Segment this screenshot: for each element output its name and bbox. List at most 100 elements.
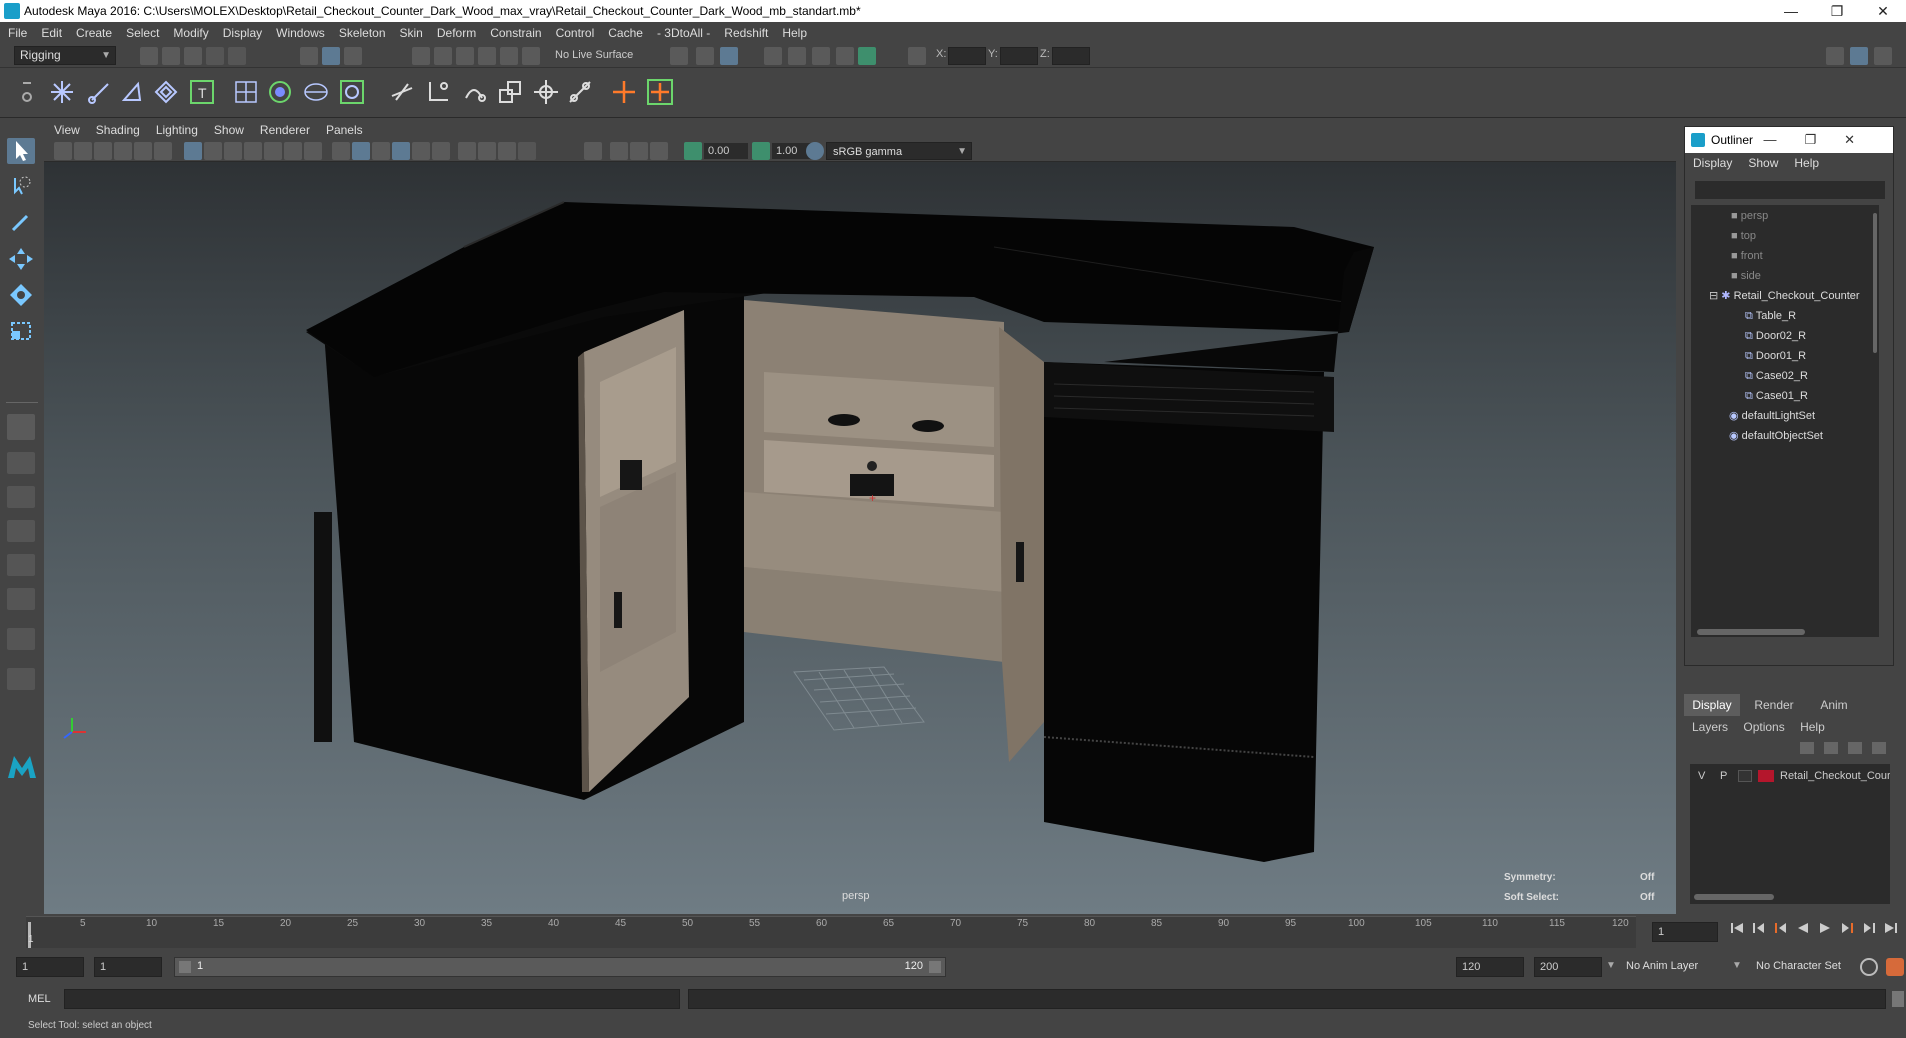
vp-menu-panels[interactable]: Panels (326, 123, 363, 137)
play-backwards-icon[interactable] (1796, 921, 1810, 935)
snap-surface-icon[interactable] (500, 47, 518, 65)
layout-two-side-icon[interactable] (7, 520, 35, 542)
layer-list[interactable]: V P Retail_Checkout_Cour (1690, 764, 1890, 904)
outliner-item-case02-r[interactable]: ⧉ Case02_R (1745, 367, 1808, 385)
save-scene-icon[interactable] (184, 47, 202, 65)
orient-constraint-icon[interactable] (460, 78, 488, 106)
vp-menu-renderer[interactable]: Renderer (260, 123, 310, 137)
set-driven-key-icon[interactable] (646, 78, 674, 106)
anim-layer-dropdown[interactable]: No Anim Layer (1626, 960, 1698, 972)
ik-spline-icon[interactable] (118, 78, 146, 106)
tab-render[interactable]: Render (1744, 694, 1804, 716)
transform-constraint-icon[interactable] (908, 47, 926, 65)
layer-type-toggle[interactable] (1738, 770, 1752, 782)
input-ops-icon[interactable] (670, 47, 688, 65)
outliner-item-table-r[interactable]: ⧉ Table_R (1745, 307, 1796, 325)
command-input[interactable] (64, 989, 680, 1009)
screen-space-ao-icon[interactable] (458, 142, 476, 160)
command-language-label[interactable]: MEL (28, 993, 51, 1005)
make-live-icon[interactable] (522, 47, 540, 65)
time-slider[interactable]: 1 5 10 15 20 25 30 35 40 45 50 55 60 65 … (22, 914, 1642, 950)
outliner-item-persp[interactable]: ■ persp (1731, 207, 1768, 225)
layout-single-icon[interactable] (7, 452, 35, 474)
layer-name[interactable]: Retail_Checkout_Cour (1780, 766, 1890, 786)
menu-cache[interactable]: Cache (608, 26, 643, 40)
textured-icon[interactable] (392, 142, 410, 160)
scene-render[interactable]: + (44, 162, 1676, 914)
chevron-down-icon[interactable]: ▼ (1732, 960, 1742, 971)
blend-shape-icon[interactable] (302, 78, 330, 106)
range-end-handle[interactable] (929, 961, 941, 973)
menu-deform[interactable]: Deform (437, 26, 476, 40)
cluster-icon[interactable]: T (188, 78, 216, 106)
menu-skeleton[interactable]: Skeleton (339, 26, 386, 40)
construction-history-icon[interactable] (720, 47, 738, 65)
outliner-window-controls[interactable]: —❐✕ (1763, 132, 1883, 148)
current-frame-field[interactable]: 1 (1652, 922, 1718, 942)
xray-components-icon[interactable] (650, 142, 668, 160)
vp-menu-view[interactable]: View (54, 123, 80, 137)
character-set-dropdown[interactable]: No Character Set (1756, 960, 1841, 972)
layer-menu-options[interactable]: Options (1743, 720, 1784, 734)
render-settings-icon[interactable] (836, 47, 854, 65)
gate-mask-icon[interactable] (244, 142, 262, 160)
minimize-button[interactable]: — (1768, 0, 1814, 22)
outliner-menu-display[interactable]: Display (1693, 156, 1732, 170)
modeling-toolkit-icon[interactable] (1826, 47, 1844, 65)
menu-create[interactable]: Create (76, 26, 112, 40)
layer-menu-help[interactable]: Help (1800, 720, 1825, 734)
snap-view-plane-icon[interactable] (478, 47, 496, 65)
aim-constraint-icon[interactable] (532, 78, 560, 106)
step-back-key-icon[interactable] (1774, 921, 1788, 935)
sculpt-deformer-icon[interactable] (338, 78, 366, 106)
layer-color-swatch[interactable] (1758, 770, 1774, 782)
outliner-menu-show[interactable]: Show (1748, 156, 1778, 170)
layer-h-scrollbar[interactable] (1694, 894, 1774, 900)
playback-start-field[interactable]: 1 (94, 957, 162, 977)
color-space-dropdown[interactable]: sRGB gamma ▼ (826, 142, 972, 160)
play-forwards-icon[interactable] (1818, 921, 1832, 935)
wireframe-on-shaded-icon[interactable] (372, 142, 390, 160)
scale-tool-icon[interactable] (7, 318, 35, 344)
rotate-tool-icon[interactable] (7, 282, 35, 308)
outliner-item-door02-r[interactable]: ⧉ Door02_R (1745, 327, 1806, 345)
layout-two-stacked-icon[interactable] (7, 554, 35, 576)
ik-handle-icon[interactable] (86, 78, 114, 106)
render-view-icon[interactable] (764, 47, 782, 65)
hypershade-icon[interactable] (858, 47, 876, 65)
image-plane-icon[interactable] (114, 142, 132, 160)
move-layer-up-icon[interactable] (1800, 742, 1814, 754)
playback-end-field[interactable]: 120 (1456, 957, 1524, 977)
select-hierarchy-icon[interactable] (300, 47, 318, 65)
outliner-item-retail-checkout-counter[interactable]: ⊟ ✱ Retail_Checkout_Counter (1709, 287, 1860, 305)
x-field[interactable] (948, 47, 986, 65)
snap-curve-icon[interactable] (434, 47, 452, 65)
field-chart-icon[interactable] (264, 142, 282, 160)
smooth-shade-icon[interactable] (352, 142, 370, 160)
animation-prefs-icon[interactable] (1886, 958, 1904, 976)
resolution-gate-icon[interactable] (224, 142, 242, 160)
outliner-item-side[interactable]: ■ side (1731, 267, 1761, 285)
menu-edit[interactable]: Edit (41, 26, 62, 40)
isolate-select-icon[interactable] (584, 142, 602, 160)
move-tool-icon[interactable] (7, 246, 35, 272)
render-current-icon[interactable] (788, 47, 806, 65)
output-ops-icon[interactable] (696, 47, 714, 65)
z-field[interactable] (1052, 47, 1090, 65)
menu-windows[interactable]: Windows (276, 26, 325, 40)
use-all-lights-icon[interactable] (412, 142, 430, 160)
layout-graph-icon[interactable] (7, 628, 35, 650)
shelf-options-icon[interactable] (20, 76, 34, 110)
animation-end-field[interactable]: 200 (1534, 957, 1602, 977)
step-forward-key-icon[interactable] (1840, 921, 1854, 935)
vp-menu-shading[interactable]: Shading (96, 123, 140, 137)
menu-help[interactable]: Help (782, 26, 807, 40)
channel-box-icon[interactable] (1874, 47, 1892, 65)
lattice-icon[interactable] (232, 78, 260, 106)
xray-joints-icon[interactable] (630, 142, 648, 160)
menu-3dtoall[interactable]: - 3DtoAll - (657, 26, 710, 40)
2d-pan-zoom-icon[interactable] (134, 142, 152, 160)
soft-select-icon[interactable] (7, 414, 35, 440)
shadows-icon[interactable] (432, 142, 450, 160)
step-back-icon[interactable] (1752, 921, 1766, 935)
